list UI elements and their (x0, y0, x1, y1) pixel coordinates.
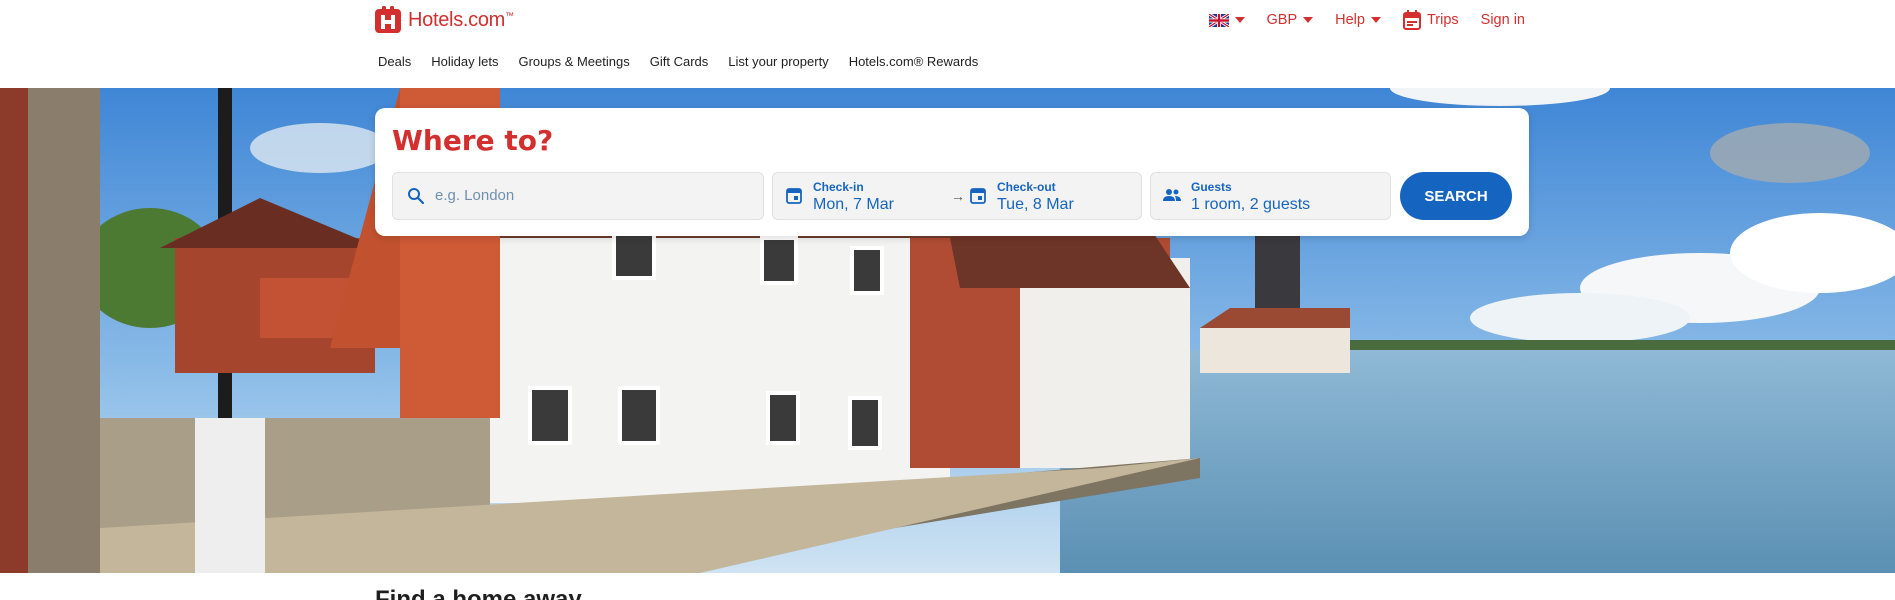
nav-gift-cards[interactable]: Gift Cards (650, 54, 709, 69)
help-label: Help (1335, 12, 1365, 28)
nav-list-property[interactable]: List your property (728, 54, 828, 69)
header-actions: GBP Help Trips Sign in (1208, 10, 1525, 30)
uk-flag-icon (1208, 13, 1229, 27)
search-card: Where to? e.g. London Check-in Mon, 7 Ma… (375, 108, 1529, 236)
search-button[interactable]: SEARCH (1400, 172, 1512, 220)
currency-label: GBP (1266, 12, 1298, 28)
currency-selector[interactable]: GBP (1267, 12, 1314, 28)
guests-field[interactable]: Guests 1 room, 2 guests (1150, 172, 1391, 220)
search-title: Where to? (392, 124, 554, 157)
chevron-down-icon (1303, 17, 1314, 23)
section-heading: Find a home away (375, 586, 582, 600)
language-selector[interactable] (1208, 13, 1245, 27)
dates-field: Check-in Mon, 7 Mar → Check-out Tue, 8 M… (772, 172, 1142, 220)
nav-holiday-lets[interactable]: Holiday lets (431, 54, 498, 69)
checkin-value: Mon, 7 Mar (813, 196, 894, 213)
calendar-icon (1402, 10, 1421, 30)
hotels-logo-icon (375, 6, 401, 33)
main-nav: Deals Holiday lets Groups & Meetings Gif… (378, 54, 978, 69)
checkout-field[interactable]: Check-out Tue, 8 Mar (957, 173, 1141, 219)
help-menu[interactable]: Help (1335, 12, 1381, 28)
chevron-down-icon (1234, 17, 1245, 23)
sign-in-link[interactable]: Sign in (1481, 12, 1525, 28)
nav-deals[interactable]: Deals (378, 54, 411, 69)
sign-in-label: Sign in (1480, 12, 1525, 28)
brand-name: Hotels.com (408, 8, 506, 31)
brand-tm: ™ (505, 9, 514, 20)
guests-value: 1 room, 2 guests (1191, 196, 1311, 213)
checkin-label: Check-in (813, 180, 864, 194)
nav-rewards[interactable]: Hotels.com® Rewards (849, 54, 979, 69)
destination-placeholder: e.g. London (435, 187, 515, 204)
calendar-icon (970, 188, 986, 204)
search-icon (408, 188, 425, 205)
page: Hotels.com™ GBP Help Trips Sign in Deals… (0, 0, 1895, 600)
people-icon (1163, 189, 1181, 201)
guests-label: Guests (1191, 180, 1232, 194)
site-header: Hotels.com™ GBP Help Trips Sign in Deals… (0, 0, 1895, 88)
chevron-down-icon (1370, 17, 1381, 23)
calendar-icon (786, 188, 802, 204)
destination-field[interactable]: e.g. London (392, 172, 764, 220)
checkin-field[interactable]: Check-in Mon, 7 Mar (773, 173, 957, 219)
checkout-value: Tue, 8 Mar (997, 196, 1074, 213)
checkout-label: Check-out (997, 180, 1056, 194)
trips-label: Trips (1426, 12, 1459, 28)
hotels-logo[interactable]: Hotels.com™ (374, 6, 514, 34)
nav-groups-meetings[interactable]: Groups & Meetings (518, 54, 629, 69)
trips-link[interactable]: Trips (1402, 10, 1459, 30)
